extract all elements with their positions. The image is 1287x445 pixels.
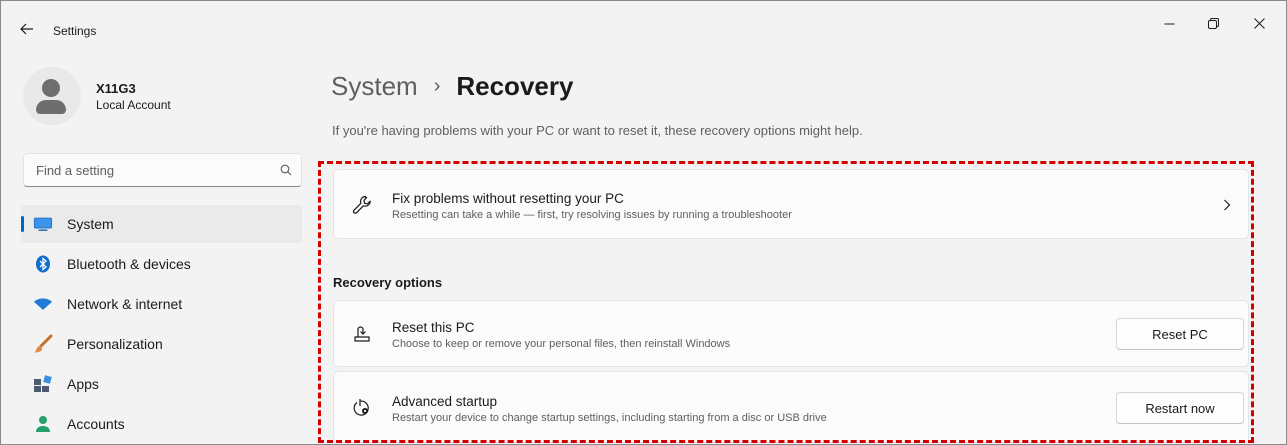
sidebar-item-network[interactable]: Network & internet — [21, 285, 302, 323]
advanced-startup-icon — [350, 396, 374, 420]
title-bar: Settings — [1, 1, 1286, 45]
settings-window: Settings X11G3 Local Account Find a sett… — [0, 0, 1287, 445]
back-arrow-icon — [20, 23, 33, 35]
minimize-button[interactable] — [1147, 9, 1191, 37]
fix-problems-card[interactable]: Fix problems without resetting your PC R… — [333, 169, 1249, 239]
advanced-startup-description: Restart your device to change startup se… — [392, 412, 827, 424]
page-title: Recovery — [456, 71, 574, 101]
breadcrumb-separator: › — [433, 75, 441, 97]
active-indicator — [21, 216, 24, 232]
bluetooth-icon — [33, 255, 53, 273]
search-placeholder: Find a setting — [36, 162, 115, 178]
app-title: Settings — [53, 24, 97, 38]
reset-pc-card: Reset this PC Choose to keep or remove y… — [333, 300, 1249, 367]
minimize-icon — [1164, 23, 1174, 24]
breadcrumb-parent[interactable]: System — [331, 71, 418, 102]
profile-name: X11G3 — [96, 80, 136, 96]
reset-pc-button[interactable]: Reset PC — [1116, 318, 1244, 350]
sidebar-item-bluetooth[interactable]: Bluetooth & devices — [21, 245, 302, 283]
close-icon — [1253, 17, 1265, 29]
advanced-startup-card: Advanced startup Restart your device to … — [333, 371, 1249, 443]
brush-icon — [33, 334, 53, 353]
reset-pc-description: Choose to keep or remove your personal f… — [392, 338, 731, 350]
restart-now-button[interactable]: Restart now — [1116, 392, 1244, 424]
sidebar-item-label: Personalization — [67, 336, 163, 352]
sidebar-item-label: Network & internet — [67, 296, 183, 312]
fix-problems-description: Resetting can take a while — first, try … — [392, 209, 792, 221]
page-description: If you're having problems with your PC o… — [332, 123, 863, 138]
sidebar-item-label: System — [67, 216, 114, 232]
user-profile[interactable]: X11G3 Local Account — [23, 67, 171, 125]
apps-icon — [33, 375, 53, 393]
profile-account-type: Local Account — [96, 97, 171, 112]
search-input[interactable]: Find a setting — [23, 153, 302, 187]
restore-icon — [1207, 17, 1219, 29]
monitor-icon — [33, 215, 53, 233]
avatar — [23, 67, 81, 125]
person-icon — [33, 415, 53, 433]
sidebar-item-label: Apps — [67, 376, 99, 392]
reset-pc-icon — [350, 322, 374, 346]
chevron-right-icon — [1220, 197, 1234, 213]
restore-button[interactable] — [1191, 9, 1235, 37]
advanced-startup-title: Advanced startup — [392, 394, 498, 409]
back-button[interactable] — [17, 21, 37, 37]
sidebar-item-system[interactable]: System — [21, 205, 302, 243]
search-icon — [271, 164, 301, 176]
wrench-icon — [350, 193, 374, 217]
sidebar-item-accounts[interactable]: Accounts — [21, 405, 302, 443]
breadcrumb: System › Recovery — [331, 71, 573, 102]
sidebar-nav: System Bluetooth & devices Network & int… — [21, 205, 302, 445]
fix-problems-title: Fix problems without resetting your PC — [392, 191, 624, 206]
close-button[interactable] — [1237, 9, 1281, 37]
sidebar-item-label: Bluetooth & devices — [67, 256, 191, 272]
reset-pc-title: Reset this PC — [392, 320, 475, 335]
sidebar-item-personalization[interactable]: Personalization — [21, 325, 302, 363]
sidebar-item-label: Accounts — [67, 416, 125, 432]
section-heading: Recovery options — [333, 275, 443, 290]
wifi-icon — [33, 295, 53, 313]
sidebar-item-apps[interactable]: Apps — [21, 365, 302, 403]
